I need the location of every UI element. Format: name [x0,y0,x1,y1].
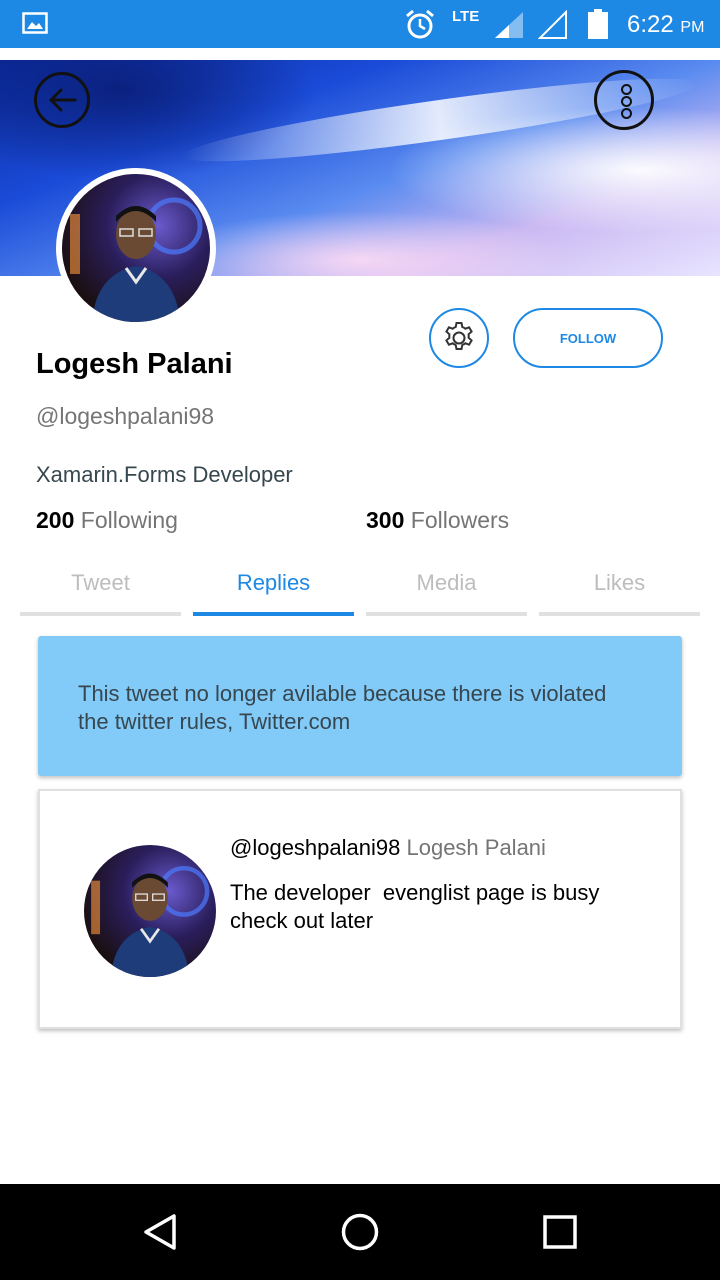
unavailable-tweet-notice: This tweet no longer avilable because th… [38,636,682,776]
profile-avatar[interactable] [56,168,216,328]
avatar-photo [62,174,210,322]
tab-tweet[interactable]: Tweet [20,570,181,616]
profile-handle: @logeshpalani98 [36,403,215,429]
tab-label: Tweet [71,570,130,595]
tab-media[interactable]: Media [366,570,527,616]
home-circle-icon[interactable] [340,1212,380,1252]
tab-underline [366,612,527,616]
header-gap [0,48,720,60]
signal-icon [495,12,523,38]
tweet-header: @logeshpalani98 Logesh Palani [230,835,546,861]
gear-icon [445,322,473,350]
following-count: 200 [36,507,75,533]
followers-count: 300 [366,507,405,533]
following-label: Following [80,507,178,533]
followers-stat[interactable]: 300 Followers [366,507,509,534]
more-options-button[interactable] [594,70,654,130]
tab-label: Media [416,570,477,595]
follow-button[interactable]: FOLLOW [513,308,663,368]
tweet-card[interactable]: @logeshpalani98 Logesh Palani The develo… [38,789,682,1029]
more-dot [621,96,632,107]
arrow-left-icon [49,88,77,112]
followers-label: Followers [410,507,510,533]
status-bar: LTE 6:22 PM [0,0,720,48]
system-nav-bar [0,1184,720,1280]
avatar-photo [84,845,216,977]
image-icon [22,12,48,34]
tweet-handle[interactable]: @logeshpalani98 [230,835,400,860]
tweet-avatar[interactable] [84,845,216,977]
battery-icon [588,9,608,39]
tab-replies[interactable]: Replies [193,570,354,616]
settings-button[interactable] [429,308,489,368]
clock: 6:22 PM [627,11,704,39]
back-button[interactable] [34,72,90,128]
tab-label: Replies [236,570,311,595]
tweet-text: The developer evenglist page is busy che… [230,880,606,933]
tweet-author: Logesh Palani [406,835,546,860]
back-triangle-icon[interactable] [140,1212,180,1252]
following-stat[interactable]: 200 Following [36,507,178,534]
more-dot [621,108,632,119]
tab-underline [539,612,700,616]
alarm-icon [406,9,434,39]
network-type: LTE [452,8,480,25]
more-vertical-icon [621,84,632,95]
recents-square-icon[interactable] [542,1212,578,1252]
tab-label: Likes [593,570,646,595]
profile-bio: Xamarin.Forms Developer [36,462,293,487]
tab-underline [20,612,181,616]
profile-name: Logesh Palani [36,348,233,380]
tab-underline [193,612,354,616]
clock-ampm: PM [680,19,705,36]
signal-empty-icon [538,10,567,39]
tab-likes[interactable]: Likes [539,570,700,616]
clock-time: 6:22 [627,11,674,38]
